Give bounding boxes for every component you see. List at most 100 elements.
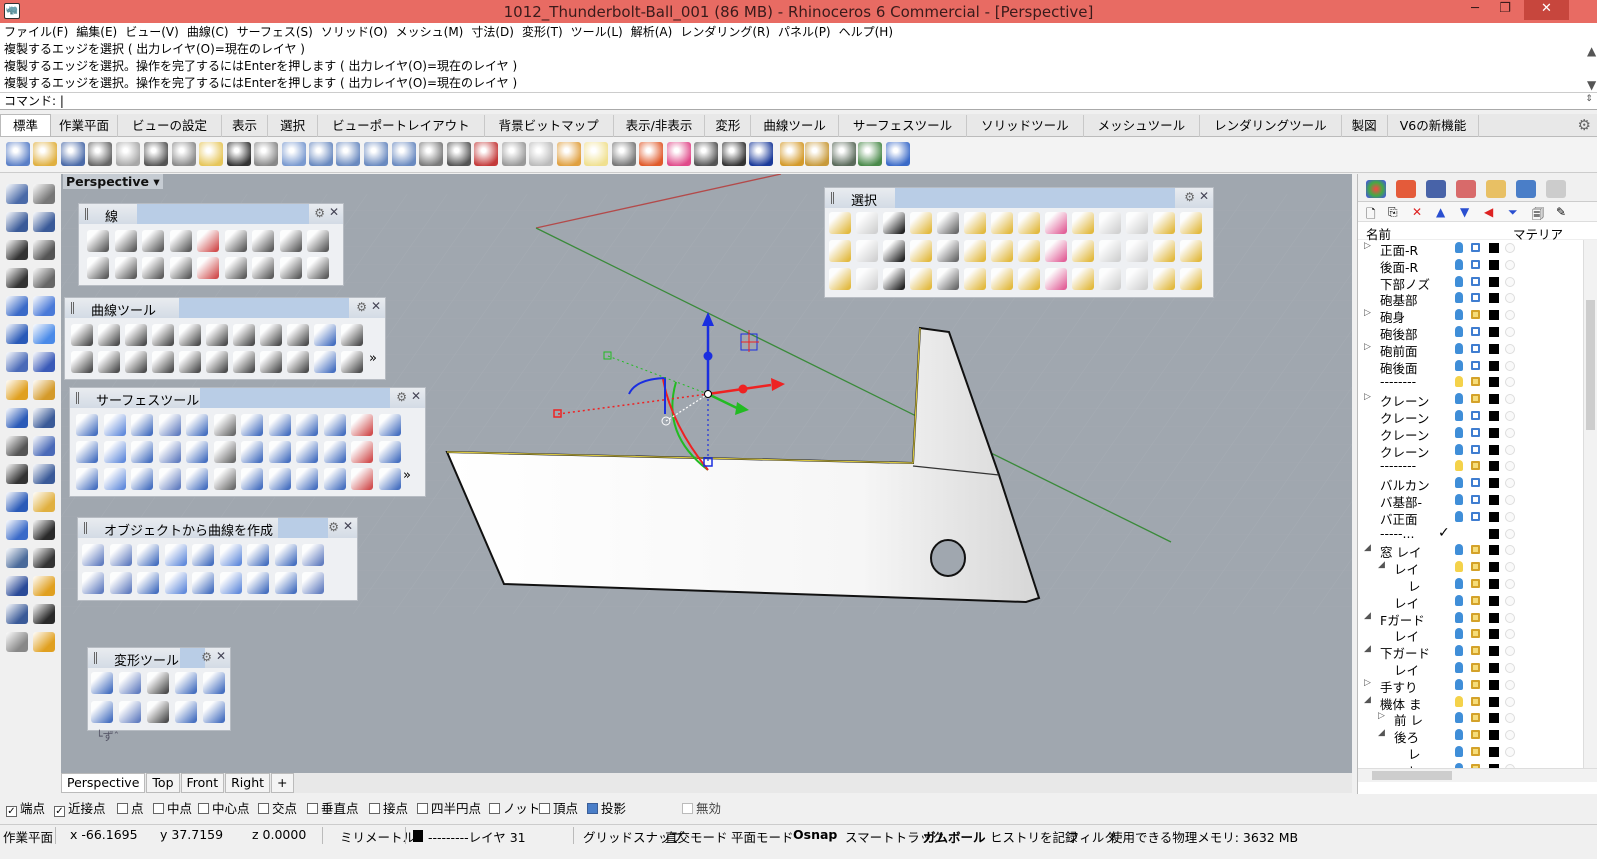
toolbar-tab[interactable]: 製図 [1342, 115, 1388, 137]
layer-visibility-bulb-icon[interactable] [1455, 544, 1463, 556]
tool-button-icon[interactable] [1180, 268, 1202, 290]
layer-visibility-bulb-icon[interactable] [1455, 661, 1463, 673]
side-tool-icon[interactable] [6, 464, 28, 484]
layer-visibility-bulb-icon[interactable] [1455, 645, 1463, 657]
layer-row[interactable]: クレーン [1358, 408, 1597, 426]
layer-row[interactable]: バ正面 [1358, 509, 1597, 527]
copy-icon[interactable] [172, 142, 196, 166]
side-tool-icon[interactable] [33, 212, 55, 232]
tool-button-icon[interactable] [1153, 268, 1175, 290]
tool-button-icon[interactable] [829, 212, 851, 234]
layer-material-icon[interactable] [1505, 629, 1515, 640]
tool-button-icon[interactable] [164, 544, 187, 566]
layer-visibility-bulb-icon[interactable] [1455, 426, 1463, 438]
panel-gear-icon[interactable]: ⚙ [201, 650, 212, 664]
tool-button-icon[interactable] [76, 468, 98, 490]
panel-close-icon[interactable]: ✕ [411, 389, 421, 403]
layer-lock-icon[interactable] [1471, 595, 1480, 605]
layers-tab-icon[interactable] [1396, 180, 1416, 198]
layer-row[interactable]: ◢ 下ガード [1358, 643, 1597, 661]
tool-button-icon[interactable] [103, 468, 126, 490]
tool-button-icon[interactable] [378, 414, 401, 436]
layer-lock-icon[interactable] [1471, 746, 1480, 756]
side-tool-icon[interactable] [33, 324, 55, 344]
cplane-icon[interactable] [557, 142, 581, 166]
ortho-toggle[interactable]: 直交モード [665, 827, 728, 846]
tool-button-icon[interactable] [1072, 268, 1094, 290]
menu-item[interactable]: 寸法(D) [467, 23, 518, 41]
layer-visibility-bulb-icon[interactable] [1455, 443, 1463, 455]
layer-color-swatch[interactable] [1489, 679, 1499, 690]
layer-visibility-bulb-icon[interactable] [1455, 577, 1463, 589]
osnap-checkbox[interactable] [417, 803, 428, 814]
close-button[interactable]: ✕ [1524, 0, 1569, 20]
layer-visibility-bulb-icon[interactable] [1455, 359, 1463, 371]
tool-button-icon[interactable] [268, 468, 291, 490]
tool-button-icon[interactable] [964, 212, 986, 234]
rotate-view-icon[interactable] [419, 142, 443, 166]
tool-button-icon[interactable] [1153, 240, 1175, 262]
new-sublayer-icon[interactable]: ⎘ [1388, 205, 1398, 220]
layer-material-icon[interactable] [1505, 646, 1515, 657]
tool-button-icon[interactable] [341, 351, 363, 373]
more-tab-icon[interactable] [1546, 180, 1566, 198]
layer-material-icon[interactable] [1505, 444, 1515, 455]
car-icon[interactable] [474, 142, 498, 166]
layer-visibility-bulb-icon[interactable] [1455, 309, 1463, 321]
tool-button-icon[interactable] [142, 230, 164, 252]
tool-button-icon[interactable] [125, 351, 147, 373]
osnap-11[interactable]: 投影 [587, 798, 626, 817]
viewport-tab[interactable]: Right [225, 773, 271, 793]
tool-button-icon[interactable] [252, 257, 274, 279]
tool-button-icon[interactable] [241, 441, 263, 463]
layer-color-swatch[interactable] [1489, 343, 1499, 354]
layer-material-icon[interactable] [1505, 343, 1515, 354]
tool-button-icon[interactable] [1018, 212, 1040, 234]
side-tool-icon[interactable] [33, 492, 55, 512]
layer-lock-icon[interactable] [1471, 410, 1480, 420]
tool-button-icon[interactable] [206, 324, 228, 346]
layer-material-icon[interactable] [1505, 696, 1515, 707]
layer-row[interactable]: ◢ 窓 レイ [1358, 542, 1597, 560]
layer-row[interactable]: ▷ 砲前面 [1358, 341, 1597, 359]
tool-button-icon[interactable] [1099, 268, 1121, 290]
zoom-extents-icon[interactable] [364, 142, 388, 166]
tool-button-icon[interactable] [192, 544, 214, 566]
layer-row[interactable]: バルカン [1358, 475, 1597, 493]
layer-row[interactable]: ◢ Fガード [1358, 610, 1597, 628]
tool-button-icon[interactable] [910, 212, 932, 234]
layer-lock-icon[interactable] [1471, 360, 1480, 370]
layer-color-swatch[interactable] [1489, 444, 1499, 455]
layer-lock-icon[interactable] [1471, 545, 1480, 555]
panel-gear-icon[interactable]: ⚙ [314, 206, 325, 220]
layer-material-icon[interactable] [1505, 528, 1515, 539]
layer-visibility-bulb-icon[interactable] [1455, 594, 1463, 606]
layer-color-swatch[interactable] [1489, 427, 1499, 438]
layer-lock-icon[interactable] [1471, 730, 1480, 740]
layer-lock-icon[interactable] [1471, 243, 1480, 252]
move-up-icon[interactable]: ▲ [1436, 205, 1445, 219]
toolbar-tab[interactable]: 変形 [705, 115, 752, 137]
more-tools-chevron-icon[interactable]: » [369, 351, 377, 366]
pan-icon[interactable] [254, 142, 278, 166]
menu-item[interactable]: レンダリング(R) [676, 23, 774, 41]
menu-item[interactable]: 曲線(C) [183, 23, 233, 41]
tool-button-icon[interactable] [158, 468, 181, 490]
osnap-checkbox[interactable] [307, 803, 318, 814]
side-tool-icon[interactable] [6, 184, 28, 204]
tool-button-icon[interactable] [197, 257, 219, 279]
osnap-checkbox[interactable] [198, 803, 209, 814]
tool-button-icon[interactable] [131, 414, 153, 436]
toolbar-tab[interactable]: サーフェスツール [839, 115, 968, 137]
layer-row[interactable]: レイ [1358, 660, 1597, 678]
layer-material-icon[interactable] [1505, 545, 1515, 556]
layer-lock-icon[interactable] [1471, 713, 1480, 723]
tool-button-icon[interactable] [1018, 240, 1040, 262]
osnap-7[interactable]: 接点 [369, 798, 408, 817]
layer-color-swatch[interactable] [1489, 545, 1499, 556]
side-tool-icon[interactable] [6, 548, 28, 568]
layer-visibility-bulb-icon[interactable] [1455, 561, 1463, 573]
tool-button-icon[interactable] [302, 572, 324, 594]
tool-button-icon[interactable] [119, 701, 141, 723]
layer-visibility-bulb-icon[interactable] [1455, 729, 1463, 741]
